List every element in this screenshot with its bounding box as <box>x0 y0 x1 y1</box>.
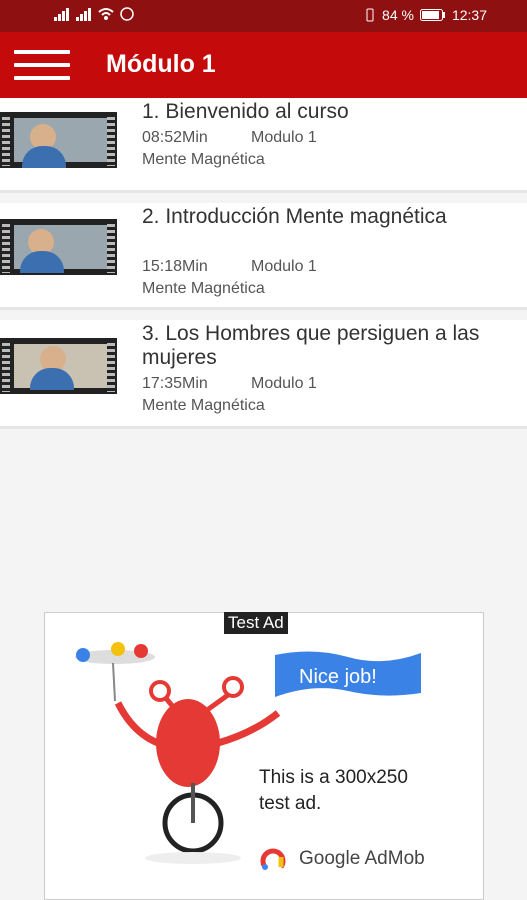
video-thumbnail <box>0 112 117 168</box>
battery-icon <box>419 9 445 21</box>
status-bar: 84 % 12:37 <box>0 0 527 32</box>
admob-brand: Google AdMob <box>259 845 425 873</box>
ad-line-1: This is a 300x250 <box>259 767 408 788</box>
video-item[interactable]: 2. Introducción Mente magnética 15:18Min… <box>0 203 527 310</box>
ad-text: This is a 300x250 test ad. <box>259 765 479 817</box>
video-course: Mente Magnética <box>142 397 265 414</box>
video-title: 3. Los Hombres que persiguen a las mujer… <box>142 322 480 369</box>
clock: 12:37 <box>451 7 487 23</box>
monster-illustration <box>75 642 281 864</box>
battery-percent: 84 % <box>382 7 414 23</box>
test-ad-banner[interactable]: Nice job! This is a 300x250 test ad. Goo… <box>44 612 484 900</box>
signal-icon <box>54 8 69 21</box>
ad-line-2: test ad. <box>259 793 322 814</box>
video-item[interactable]: 1. Bienvenido al curso 08:52Min Modulo 1… <box>0 98 527 193</box>
video-module: Modulo 1 <box>251 258 317 275</box>
test-ad-label: Test Ad <box>224 612 288 634</box>
video-title: 2. Introducción Mente magnética <box>142 205 447 228</box>
video-duration: 08:52Min <box>142 129 208 146</box>
admob-label: Google AdMob <box>299 848 425 869</box>
video-thumbnail <box>0 338 117 394</box>
flag-text: Nice job! <box>299 666 377 688</box>
video-item[interactable]: 3. Los Hombres que persiguen a las mujer… <box>0 320 527 429</box>
vibrate-icon <box>366 8 374 22</box>
video-thumbnail <box>0 219 117 275</box>
whatsapp-icon <box>120 7 134 21</box>
video-course: Mente Magnética <box>142 280 265 297</box>
flag-icon: Nice job! <box>275 651 421 697</box>
page-title: Módulo 1 <box>106 50 216 78</box>
video-title: 1. Bienvenido al curso <box>142 100 349 123</box>
admob-logo-icon <box>260 848 286 870</box>
video-module: Modulo 1 <box>251 129 317 146</box>
app-bar: Módulo 1 <box>0 32 527 98</box>
signal-icon-2 <box>76 8 91 21</box>
menu-icon[interactable] <box>14 50 70 80</box>
wifi-icon <box>98 8 114 20</box>
video-duration: 15:18Min <box>142 258 208 275</box>
video-module: Modulo 1 <box>251 375 317 392</box>
video-duration: 17:35Min <box>142 375 208 392</box>
video-course: Mente Magnética <box>142 151 265 168</box>
